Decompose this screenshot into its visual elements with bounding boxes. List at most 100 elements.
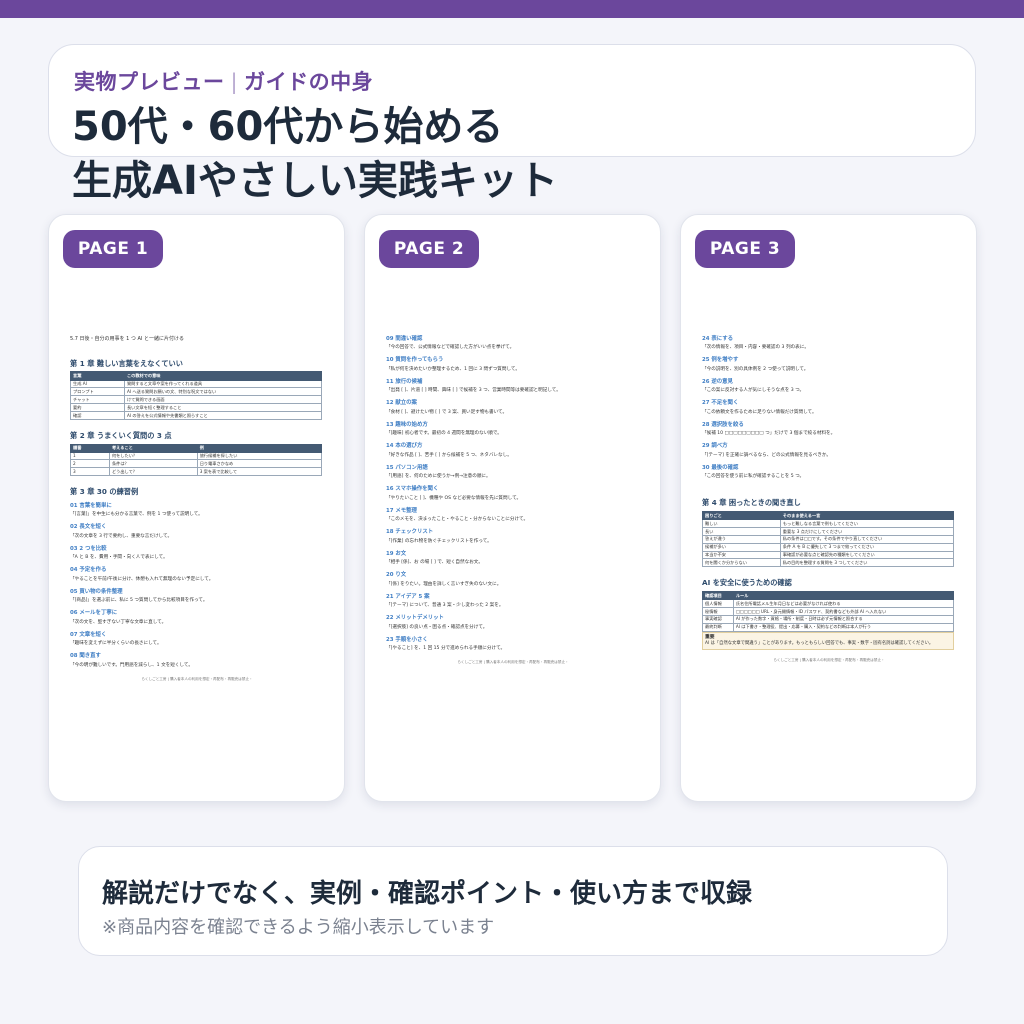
- page-title: 50代・60代から始める 生成AIやさしい実践キット: [72, 100, 558, 208]
- table-header-cell: そのまま使える一言: [779, 511, 955, 521]
- table-header-cell: 困りごと: [702, 511, 781, 521]
- table-header-cell: 確認項目: [702, 591, 734, 601]
- table-header-cell: 考えること: [108, 443, 198, 453]
- example-text: 「今の回答で、公式情報などで確認した方がいい点を挙げて。: [386, 345, 515, 351]
- example-text: 「[テーマ] を正確に調べるなら、どの公式情報を見るべきか。: [702, 452, 831, 458]
- table-row: チャット けて質問できる画面: [70, 395, 323, 405]
- table-cell: 条件 A を B に優先して 3 つまで絞ってください: [779, 542, 955, 552]
- example-text: 「A と B を、費用・手間・向く人で表にして。: [70, 555, 168, 561]
- table-cell: 1: [70, 451, 110, 461]
- table-row: 秘情報 □□□□□□ URL・身元開情報・ID パスワド、契約書なども外部 AI …: [702, 606, 955, 616]
- table-cell: AI は下書き・整理役、提出・応募・購入・契約などの判断は本人が行う: [732, 622, 955, 632]
- table-cell: けて質問できる画面: [123, 395, 323, 405]
- example-text: 「[やること] を、1 回 15 分で進められる手順に分けて。: [386, 646, 506, 652]
- example-heading: 27 不足を聞く: [702, 400, 739, 407]
- example-heading: 02 長文を短く: [70, 524, 107, 531]
- example-heading: 11 旅行の候補: [386, 378, 423, 385]
- example-text: 「出発 [ ]、片道 [ ] 時間、興味 [ ] で候補を 3 つ、営業時間等は…: [386, 388, 561, 394]
- table-cell: 私の条件は□□です。その条件でやり直してください: [779, 534, 955, 544]
- example-heading: 06 メールを丁寧に: [70, 610, 118, 617]
- example-heading: 10 質問を作ってもらう: [386, 357, 444, 364]
- example-heading: 18 チェックリスト: [386, 529, 434, 536]
- table-cell: AI へ送る質問お願いの文、特別な呪文ではない: [123, 387, 323, 397]
- table-cell: 個人情報: [702, 599, 734, 608]
- footer-headline: 解説だけでなく、実例・確認ポイント・使い方まで収録: [102, 879, 753, 909]
- example-heading: 22 メリットデメリット: [386, 615, 444, 622]
- example-text: 「やりたいこと [ ]、機種や OS など必要な情報を先に質問して。: [386, 495, 522, 501]
- example-heading: 20 り文: [386, 572, 407, 579]
- table-cell: 最終判断: [702, 622, 734, 632]
- table-header-cell: この教材での意味: [123, 371, 323, 381]
- table-cell: 候補が多い: [702, 542, 781, 552]
- table-header-row: 言葉 この教材での意味: [70, 371, 323, 381]
- table-cell: 本当か不安: [702, 550, 781, 560]
- info-table: 順番 考えること例 1 何をしたい？ 旅行候補を探したい 2 条件は？ 日り電車さかなめ 3 どう…: [70, 443, 323, 477]
- title-line-2: 生成AIやさしい実践キット: [72, 158, 558, 204]
- example-text: 「この依頼文を作るために足りない情報だけ質問して。: [702, 409, 817, 415]
- table-row: 本当か不安 事確認が必要な点と確認先の種類をしてください: [702, 550, 955, 560]
- page-document: 24 表にする 「次の情報を、項目・内容・要確認の 3 列の表に。 25 例を増やす…: [702, 336, 956, 663]
- page-preview-2: PAGE 2 09 間違い確認「今の回答で、公式情報などで確認した方がいい点を挙…: [364, 214, 661, 802]
- document-note: 5.7 日後・自分の用事を 1 つ AI と一緒に片付ける: [70, 336, 184, 342]
- example-heading: 09 間違い確認: [386, 336, 423, 342]
- table-row: 確認 AI の答えを公式情報や先書類と照らすこと: [70, 410, 323, 420]
- callout-text: AI は「自然な文章で間違う」ことがあります。もっともらしい回答でも、事実・数字…: [705, 640, 934, 646]
- table-header-cell: ルール: [732, 591, 955, 601]
- table-row: 生成 AI 質問すると文章や案を作ってくれる道具: [70, 379, 323, 389]
- example-text: 「[作業] の忘れ物を防ぐチェックリストを作って。: [386, 538, 492, 544]
- table-cell: AI が作った数字・資格・場所・制度・日時は必ず元情報と照合する: [732, 614, 955, 624]
- page-document: 5.7 日後・自分の用事を 1 つ AI と一緒に片付ける 第 1 章 難しい言…: [70, 336, 324, 682]
- example-text: 「今の説明を、別の具体例を 2 つ使って説明して。: [702, 366, 809, 372]
- example-heading: 14 本の選び方: [386, 443, 423, 450]
- example-heading: 05 買い物の条件整理: [70, 588, 123, 595]
- table-header-row: 順番 考えること例: [70, 443, 323, 453]
- table-cell: 答えが違う: [702, 534, 781, 544]
- example-text: 「好きな作品 [ ]、苦手 [ ] から候補を 5 つ、ネタバレなし。: [386, 452, 512, 458]
- table-cell: 氏名住所電話メル生年月日などは必要がなければ使わる: [732, 599, 955, 608]
- info-table: 確認項目 ルール 個人情報 氏名住所電話メル生年月日などは必要がなければ使わる 秘情報 □…: [702, 591, 955, 632]
- example-heading: 29 調べ方: [702, 443, 728, 450]
- eyebrow-separator: |: [230, 70, 239, 94]
- table-cell: 3: [70, 467, 110, 477]
- table-cell: 長い: [702, 527, 781, 536]
- page-preview-1: PAGE 1 5.7 日後・自分の用事を 1 つ AI と一緒に片付ける 第 1…: [48, 214, 345, 802]
- page-preview-3: PAGE 3 24 表にする 「次の情報を、項目・内容・要確認の 3 列の表に。 2…: [680, 214, 977, 802]
- table-cell: 事実確認: [702, 614, 734, 624]
- info-table: 困りごと そのまま使える一言 難しい もっと難しなる言葉で例もしてください 長い 重要な …: [702, 511, 955, 568]
- table-cell: □□□□□□ URL・身元開情報・ID パスワド、契約書なども外部 AI へ入れ…: [732, 606, 955, 616]
- table-cell: 条件は？: [108, 459, 198, 469]
- example-text: 「私が何を決めたいか整理するため、1 回に 3 問ずつ質問して。: [386, 366, 520, 372]
- example-heading: 23 手順を小さく: [386, 636, 428, 643]
- table-row: 何を聞くか分からない 私の目的を整理する質問を 3 つしてください: [702, 558, 955, 568]
- page-footer: らくしごと工房 | 購入者本人の利用を想定・再配布・再販売は禁止・: [457, 660, 569, 665]
- page-footer: らくしごと工房 | 購入者本人の利用を想定・再配布・再販売は禁止・: [773, 658, 885, 663]
- page-badge: PAGE 2: [379, 230, 479, 268]
- example-heading: 13 趣味の始め方: [386, 421, 428, 428]
- example-heading: 26 逆の意見: [702, 378, 733, 385]
- example-heading: 30 最後の確認: [702, 464, 739, 471]
- section-heading: 第 2 章 うまくいく質問の 3 点: [70, 430, 172, 440]
- table-header-cell: 言葉: [70, 371, 125, 381]
- section-heading: 第 3 章 30 の練習例: [70, 487, 139, 497]
- example-heading: 19 お文: [386, 550, 407, 557]
- table-cell: どう出して？: [108, 467, 198, 477]
- table-cell: 何を聞くか分からない: [702, 558, 781, 568]
- example-text: 「[趣味] 初心者です。最初の 4 週間を無理のない順で。: [386, 431, 502, 437]
- table-cell: もっと難しなる言葉で例もしてください: [779, 519, 955, 529]
- table-cell: 日り電車さかなめ: [196, 459, 323, 469]
- example-text: 「[商品]」を選ぶ前に、私に 5 つ質問してから比較項目を作って。: [70, 598, 208, 604]
- table-cell: 要約: [70, 403, 125, 412]
- example-text: 「[言葉]」を中生にも分かる言葉で、例を 1 つ使って説明して。: [70, 512, 203, 518]
- important-callout: 重要 AI は「自然な文章で間違う」ことがあります。もっともらしい回答でも、事実・…: [702, 631, 954, 651]
- example-heading: 16 スマホ操作を聞く: [386, 486, 439, 493]
- example-heading: 12 献立の案: [386, 400, 417, 407]
- table-row: 3 どう出して？ 3 案を表で比較して: [70, 467, 323, 477]
- table-cell: 確認: [70, 410, 125, 420]
- example-heading: 04 予定を作る: [70, 567, 107, 574]
- table-row: 2 条件は？ 日り電車さかなめ: [70, 459, 323, 469]
- table-row: プロンプト AI へ送る質問お願いの文、特別な呪文ではない: [70, 387, 323, 397]
- table-row: 個人情報 氏名住所電話メル生年月日などは必要がなければ使わる: [702, 599, 955, 608]
- example-heading: 08 聞き直す: [70, 653, 101, 660]
- example-heading: 24 表にする: [702, 336, 733, 342]
